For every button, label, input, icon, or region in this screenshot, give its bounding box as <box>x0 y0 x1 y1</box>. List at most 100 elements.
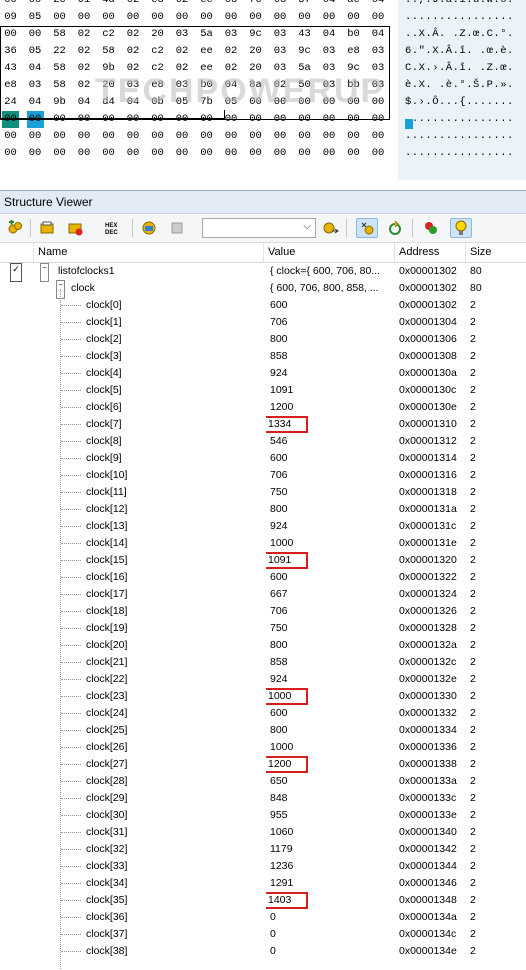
hex-byte[interactable]: 00 <box>100 111 117 128</box>
hex-byte[interactable]: 00 <box>51 111 68 128</box>
hex-byte[interactable]: 00 <box>2 26 19 43</box>
column-header-size[interactable]: Size <box>466 243 526 262</box>
tree-row[interactable]: clock[35] 1403 0x00001348 2 <box>0 892 526 909</box>
tree-row[interactable]: clock[31] 1060 0x00001340 2 <box>0 824 526 841</box>
hex-byte[interactable]: 20 <box>149 26 166 43</box>
hex-byte[interactable]: 00 <box>149 111 166 128</box>
hex-byte[interactable]: 00 <box>296 145 313 162</box>
navigate-icon[interactable] <box>320 218 342 238</box>
hex-byte[interactable]: 00 <box>272 111 289 128</box>
tree-row[interactable]: clock[32] 1179 0x00001342 2 <box>0 841 526 858</box>
sync-icon[interactable] <box>356 218 378 238</box>
hex-byte[interactable]: 00 <box>149 128 166 145</box>
hex-row[interactable]: 00 00 00 00 00 00 00 00 00 00 00 00 00 00 00 00 <box>0 145 396 162</box>
hex-byte[interactable]: 00 <box>100 145 117 162</box>
hex-byte[interactable]: 00 <box>100 128 117 145</box>
ascii-row[interactable]: ................ <box>398 111 526 128</box>
apply-structure-icon[interactable] <box>138 218 160 238</box>
hex-byte[interactable]: 00 <box>198 111 215 128</box>
hex-byte[interactable]: 00 <box>296 111 313 128</box>
hex-byte[interactable]: 57 <box>296 0 313 9</box>
hex-byte[interactable]: 00 <box>345 128 362 145</box>
ascii-row[interactable]: è.X. .è.°.Š.P.». <box>398 77 526 94</box>
hex-byte[interactable]: 00 <box>174 128 191 145</box>
tips-icon[interactable] <box>450 218 472 238</box>
hex-byte[interactable]: 03 <box>223 26 240 43</box>
tree-row[interactable]: clock[20] 800 0x0000132a 2 <box>0 637 526 654</box>
hex-byte[interactable]: 00 <box>125 9 142 26</box>
ascii-row[interactable]: ................ <box>398 128 526 145</box>
tree-row[interactable]: clock[24] 600 0x00001332 2 <box>0 705 526 722</box>
hex-byte[interactable]: 04 <box>370 26 387 43</box>
hex-byte[interactable]: 00 <box>198 145 215 162</box>
hex-byte[interactable]: 00 <box>26 111 44 128</box>
ascii-row[interactable]: ................ <box>398 9 526 26</box>
tree-row[interactable]: clock[27] 1200 0x00001338 2 <box>0 756 526 773</box>
hex-byte[interactable]: 58 <box>51 60 68 77</box>
hex-byte[interactable]: 02 <box>76 26 93 43</box>
tree-row[interactable]: clock[28] 650 0x0000133a 2 <box>0 773 526 790</box>
hex-byte[interactable]: 03 <box>272 26 289 43</box>
hex-byte[interactable]: 04 <box>27 60 44 77</box>
tree-row-root[interactable]: ✓ − listofclocks1 { clock={ 600, 706, 80… <box>0 263 526 282</box>
hex-byte[interactable]: 00 <box>51 128 68 145</box>
hex-byte[interactable]: 09 <box>2 9 19 26</box>
hex-byte[interactable]: 5a <box>198 26 215 43</box>
ascii-row[interactable]: 6.".X.Â.î. .œ.è. <box>398 43 526 60</box>
hex-byte[interactable]: 00 <box>2 128 19 145</box>
hex-byte[interactable]: 00 <box>247 145 264 162</box>
hex-byte[interactable]: 05 <box>27 43 44 60</box>
hex-byte[interactable]: 00 <box>247 9 264 26</box>
hex-byte[interactable]: 9b <box>51 94 68 111</box>
hex-byte[interactable]: 00 <box>345 9 362 26</box>
hex-row[interactable]: 00 00 00 00 00 00 00 00 00 00 00 00 00 00 00 00 <box>0 128 396 145</box>
tree-row[interactable]: clock[15] 1091 0x00001320 2 <box>0 552 526 569</box>
hex-byte[interactable]: 00 <box>272 9 289 26</box>
hex-byte[interactable]: 00 <box>345 111 362 128</box>
hex-byte[interactable]: 00 <box>125 128 142 145</box>
hex-byte[interactable]: 00 <box>2 111 19 128</box>
hex-byte[interactable]: 43 <box>296 26 313 43</box>
hex-byte[interactable]: 00 <box>125 111 142 128</box>
hex-byte[interactable]: 00 <box>27 145 44 162</box>
tree-row[interactable]: clock[19] 750 0x00001328 2 <box>0 620 526 637</box>
ascii-row[interactable]: $.›.Ô...{....... <box>398 94 526 111</box>
hex-byte[interactable]: 58 <box>51 77 68 94</box>
hex-byte[interactable]: 03 <box>272 43 289 60</box>
hex-byte[interactable]: 02 <box>223 43 240 60</box>
tree-row[interactable]: clock[36] 0 0x0000134a 2 <box>0 909 526 926</box>
hex-byte[interactable]: 24 <box>2 94 19 111</box>
hex-byte[interactable]: 02 <box>174 43 191 60</box>
hex-byte[interactable]: 03 <box>272 0 289 9</box>
hex-byte[interactable]: 02 <box>125 0 142 9</box>
tree-row[interactable]: clock[5] 1091 0x0000130c 2 <box>0 382 526 399</box>
hex-byte[interactable]: 20 <box>247 43 264 60</box>
tree-row[interactable]: clock[21] 858 0x0000132c 2 <box>0 654 526 671</box>
hex-editor-view[interactable]: 00 00 2c 01 4a 02 e3 02 ee 03 fc 03 57 04 ae 04 09 05 00 00… <box>0 0 526 180</box>
hex-byte[interactable]: 00 <box>51 145 68 162</box>
tree-row[interactable]: clock[11] 750 0x00001318 2 <box>0 484 526 501</box>
hex-byte[interactable]: 00 <box>370 111 387 128</box>
ascii-column[interactable]: ..,.J.ã.î.ü.W.®................. ..X.Â. .… <box>398 0 526 180</box>
hex-byte[interactable]: 00 <box>76 9 93 26</box>
hex-byte[interactable]: c2 <box>100 26 117 43</box>
tree-row[interactable]: clock[18] 706 0x00001326 2 <box>0 603 526 620</box>
hex-byte[interactable]: 9c <box>296 43 313 60</box>
hex-byte[interactable]: 00 <box>2 0 19 9</box>
tree-row[interactable]: clock[26] 1000 0x00001336 2 <box>0 739 526 756</box>
hex-byte[interactable]: 02 <box>76 77 93 94</box>
hex-byte[interactable]: 05 <box>27 9 44 26</box>
tree-row[interactable]: clock[2] 800 0x00001306 2 <box>0 331 526 348</box>
hex-row[interactable]: 36 05 22 02 58 02 c2 02 ee 02 20 03 9c 03 e8 03 <box>0 43 396 60</box>
tree-row[interactable]: clock[9] 600 0x00001314 2 <box>0 450 526 467</box>
tree-row[interactable]: clock[12] 800 0x0000131a 2 <box>0 501 526 518</box>
hex-byte[interactable]: 00 <box>174 9 191 26</box>
hex-byte[interactable]: 04 <box>27 94 44 111</box>
hex-row[interactable]: 00 00 58 02 c2 02 20 03 5a 03 9c 03 43 04 b0 04 <box>0 26 396 43</box>
hex-byte[interactable]: 00 <box>223 128 240 145</box>
hex-row[interactable]: 09 05 00 00 00 00 00 00 00 00 00 00 00 00 00 00 <box>0 9 396 26</box>
hex-byte[interactable]: 22 <box>51 43 68 60</box>
hex-byte[interactable]: ee <box>198 0 215 9</box>
tree-row[interactable]: clock[10] 706 0x00001316 2 <box>0 467 526 484</box>
hex-byte[interactable]: ae <box>345 0 362 9</box>
